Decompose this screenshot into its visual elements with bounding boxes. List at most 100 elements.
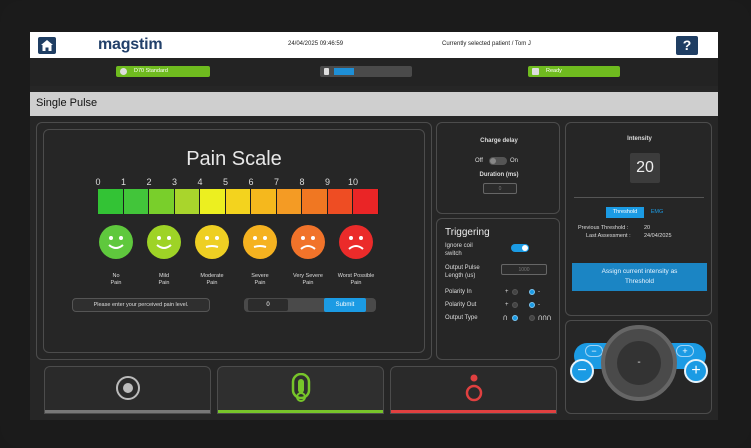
- pain-scale-panel: Pain Scale 0 1 2 3 4 5 6 7 8 9 10 No Pain Mild Pain Mo…: [36, 122, 432, 360]
- face-happy-icon[interactable]: [99, 225, 133, 259]
- charge-on-label: On: [510, 158, 519, 164]
- last-assessment-value: 24/04/2025: [644, 233, 672, 239]
- triggering-title: Triggering: [445, 227, 490, 238]
- face-neutral-icon[interactable]: [243, 225, 277, 259]
- pain-number-5: 5: [222, 177, 228, 187]
- face-neutral-icon[interactable]: [195, 225, 229, 259]
- coil-label: D70 Standard: [134, 68, 168, 74]
- dial-panel: − + − + -: [565, 320, 712, 414]
- duration-input[interactable]: 0: [483, 183, 517, 194]
- tab-indicator: [45, 410, 210, 413]
- tab-threshold[interactable]: Threshold: [606, 207, 644, 218]
- document-icon: [532, 68, 539, 75]
- charge-delay-toggle[interactable]: [489, 157, 507, 165]
- triggering-panel: Triggering Ignore coil switch Output Pul…: [436, 218, 560, 360]
- output-type-label: Output Type: [445, 315, 478, 321]
- intensity-panel: Intensity 20 Threshold EMG Previous Thre…: [565, 122, 712, 316]
- pain-scale-card: Pain Scale 0 1 2 3 4 5 6 7 8 9 10 No Pain Mild Pain Mo…: [43, 129, 425, 353]
- pain-bar-segment[interactable]: [225, 189, 252, 214]
- assign-threshold-button[interactable]: Assign current intensity as Threshold: [572, 263, 707, 291]
- charge-off-label: Off: [475, 158, 483, 164]
- pain-number-6: 6: [248, 177, 254, 187]
- submit-button[interactable]: Submit: [324, 298, 366, 312]
- pulse-length-input[interactable]: 1000: [501, 264, 547, 275]
- pain-bar-segment[interactable]: [327, 189, 354, 214]
- thermometer-icon: [324, 68, 329, 75]
- pain-level-input[interactable]: 0: [248, 299, 288, 311]
- pain-number-row: 0 1 2 3 4 5 6 7 8 9 10: [95, 177, 382, 187]
- polarity-out-plus-label: +: [505, 302, 509, 308]
- divider: [574, 197, 704, 198]
- pain-bar-segment[interactable]: [149, 189, 175, 214]
- tab-fire[interactable]: [390, 366, 557, 414]
- pain-bar-segment[interactable]: [123, 189, 150, 214]
- fire-red-icon: [465, 374, 483, 402]
- pain-bar-segment[interactable]: [353, 189, 379, 214]
- intensity-title: Intensity: [627, 136, 652, 142]
- pain-number-2: 2: [146, 177, 152, 187]
- polarity-out-minus-label: -: [538, 302, 540, 308]
- help-button[interactable]: ?: [676, 36, 698, 55]
- pain-bar-segment[interactable]: [302, 189, 328, 214]
- last-assessment-label: Last Assessment :: [586, 233, 631, 239]
- polarity-out-minus-radio[interactable]: [529, 302, 535, 308]
- face-sad-icon[interactable]: [339, 225, 373, 259]
- prev-threshold-label: Previous Threshold :: [578, 225, 629, 231]
- selected-patient[interactable]: Currently selected patient / Tom J: [442, 41, 531, 47]
- coil-status[interactable]: D70 Standard: [116, 66, 210, 77]
- pain-color-bar: [98, 189, 379, 214]
- pain-number-4: 4: [197, 177, 203, 187]
- face-label: Worst Possible Pain: [337, 273, 375, 286]
- pain-prompt: Please enter your perceived pain level.: [72, 298, 210, 312]
- tab-emg[interactable]: EMG: [646, 207, 668, 218]
- face-happy-icon[interactable]: [147, 225, 181, 259]
- polarity-in-plus-radio[interactable]: [512, 289, 518, 295]
- pain-number-10: 10: [347, 177, 358, 187]
- target-icon: [116, 376, 140, 400]
- assign-threshold-line2: Threshold: [625, 278, 654, 285]
- tab-indicator-green: [218, 410, 383, 413]
- charge-delay-panel: Charge delay Off On Duration (ms) 0: [436, 122, 560, 214]
- face-sad-icon[interactable]: [291, 225, 325, 259]
- datetime: 24/04/2025 09:46:59: [288, 41, 344, 47]
- pain-input-group: 0 Submit: [244, 298, 376, 312]
- ignore-coil-label-2: switch: [445, 251, 462, 257]
- ready-status: Ready: [528, 66, 620, 77]
- brand-logo: magstim: [98, 36, 163, 53]
- pain-scale-title: Pain Scale: [186, 148, 282, 170]
- single-pulse-symbol: ꓵ: [503, 316, 508, 322]
- duration-label: Duration (ms): [479, 172, 519, 178]
- pain-bar-segment[interactable]: [276, 189, 303, 214]
- intensity-dial[interactable]: -: [601, 325, 677, 401]
- pain-bar-segment[interactable]: [251, 189, 277, 214]
- decrease-small-button[interactable]: −: [585, 345, 603, 357]
- tab-patient-response[interactable]: [217, 366, 384, 414]
- increase-large-button[interactable]: +: [684, 359, 708, 383]
- polarity-out-plus-radio[interactable]: [512, 302, 518, 308]
- ready-label: Ready: [546, 68, 562, 74]
- pain-bar-segment[interactable]: [200, 189, 226, 214]
- assign-threshold-line1: Assign current intensity as: [601, 268, 678, 275]
- home-button[interactable]: [38, 37, 56, 54]
- decrease-large-button[interactable]: −: [570, 359, 594, 383]
- tab-single-pulse[interactable]: [44, 366, 211, 414]
- status-bar: D70 Standard Ready: [30, 58, 718, 86]
- output-train-radio[interactable]: [529, 315, 535, 321]
- ignore-coil-label: Ignore coil: [445, 243, 473, 249]
- pain-number-9: 9: [324, 177, 330, 187]
- output-single-radio[interactable]: [512, 315, 518, 321]
- polarity-in-minus-label: -: [538, 289, 540, 295]
- polarity-in-plus-label: +: [505, 289, 509, 295]
- pain-bar-segment[interactable]: [98, 189, 124, 214]
- pain-bar-segment[interactable]: [174, 189, 201, 214]
- polarity-in-label: Polarity In: [445, 289, 472, 295]
- ignore-coil-toggle[interactable]: [511, 244, 529, 252]
- polarity-in-minus-radio[interactable]: [529, 289, 535, 295]
- temperature-fill: [334, 68, 354, 75]
- pain-number-8: 8: [299, 177, 305, 187]
- train-pulse-symbol: ꓵꓵꓵ: [538, 316, 552, 322]
- increase-small-button[interactable]: +: [676, 345, 694, 357]
- home-icon: [41, 40, 53, 51]
- tab-indicator-red: [391, 410, 556, 413]
- pulse-length-label-2: Length (us): [445, 273, 476, 279]
